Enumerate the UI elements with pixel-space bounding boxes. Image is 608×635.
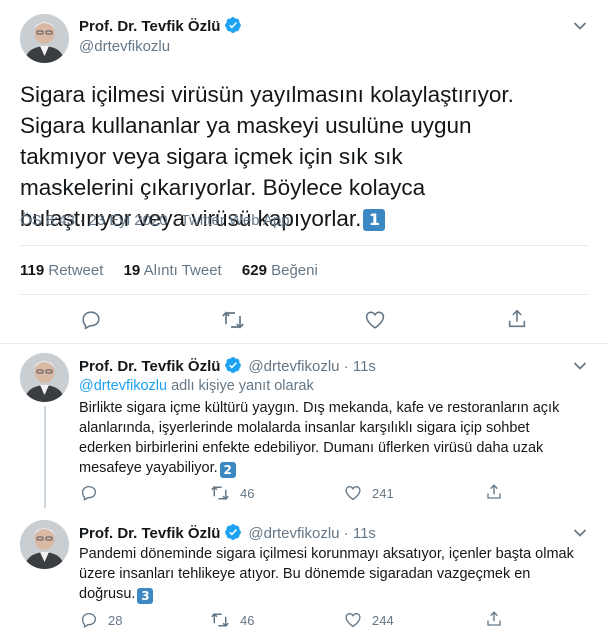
number-badge: 1 bbox=[363, 209, 386, 231]
separator-dot: · bbox=[339, 525, 353, 542]
author-name[interactable]: Prof. Dr. Tevfik Özlü bbox=[79, 525, 220, 542]
timestamp[interactable]: 11s bbox=[353, 525, 376, 542]
retweet-icon bbox=[221, 309, 245, 331]
chevron-down-icon[interactable] bbox=[573, 358, 587, 376]
number-badge: 2 bbox=[219, 462, 236, 478]
chevron-down-icon[interactable] bbox=[573, 525, 587, 543]
stat-label: Beğeni bbox=[271, 262, 318, 279]
tweet-text: Sigara içilmesi virüsün yayılmasını kola… bbox=[20, 79, 520, 234]
stat-count: 19 bbox=[123, 262, 141, 279]
separator-dot: · bbox=[339, 358, 353, 375]
tweet-meta[interactable]: ÖS 8:43 · 23 Eyl 2020 · Twitter Web App bbox=[20, 212, 290, 229]
replying-to: @drtevfikozlu adlı kişiye yanıt olarak bbox=[79, 378, 314, 394]
reply-icon bbox=[80, 309, 102, 331]
tweet-text: Pandemi döneminde sigara içilmesi korunm… bbox=[79, 544, 579, 604]
number-badge: 3 bbox=[137, 588, 154, 604]
reply-button[interactable] bbox=[80, 309, 102, 331]
like-button[interactable]: 244 bbox=[344, 611, 394, 629]
stat-count: 629 bbox=[241, 262, 267, 279]
share-button[interactable] bbox=[506, 308, 528, 330]
like-stat[interactable]: 629 Beğeni bbox=[242, 262, 318, 279]
replying-to-link[interactable]: @drtevfikozlu bbox=[79, 378, 167, 394]
stat-label: Alıntı Tweet bbox=[143, 262, 222, 279]
tweet-body: Birlikte sigara içme kültürü yaygın. Dış… bbox=[79, 400, 560, 476]
retweet-button[interactable]: 46 bbox=[210, 611, 254, 629]
stat-label: Retweet bbox=[48, 262, 104, 279]
retweet-stat[interactable]: 119 Retweet bbox=[20, 262, 103, 279]
author-handle[interactable]: @drtevfikozlu bbox=[248, 525, 339, 542]
stat-count: 119 bbox=[20, 262, 45, 279]
reply-button[interactable]: 28 bbox=[80, 611, 122, 629]
share-icon bbox=[506, 308, 528, 330]
verified-badge-icon bbox=[224, 523, 242, 546]
share-button[interactable] bbox=[485, 610, 503, 628]
avatar[interactable] bbox=[20, 353, 69, 402]
retweet-icon bbox=[210, 484, 230, 502]
share-icon bbox=[485, 610, 503, 628]
avatar[interactable] bbox=[20, 14, 69, 63]
retweet-button[interactable]: 46 bbox=[210, 484, 254, 502]
like-count: 244 bbox=[372, 612, 394, 628]
tweet-text: Birlikte sigara içme kültürü yaygın. Dış… bbox=[79, 398, 579, 478]
verified-badge-icon bbox=[224, 16, 242, 39]
tweet-body: Pandemi döneminde sigara içilmesi korunm… bbox=[79, 546, 574, 602]
thread-line bbox=[44, 406, 46, 508]
author-handle[interactable]: @drtevfikozlu bbox=[248, 358, 339, 375]
heart-icon bbox=[364, 309, 386, 331]
reply-icon bbox=[80, 611, 98, 629]
tweet-stats: 119 Retweet 19 Alıntı Tweet 629 Beğeni bbox=[20, 262, 318, 279]
retweet-button[interactable] bbox=[221, 309, 245, 331]
reply-count: 28 bbox=[108, 612, 123, 628]
retweet-count: 46 bbox=[240, 485, 255, 501]
replying-to-label: adlı kişiye yanıt olarak bbox=[167, 378, 314, 394]
like-count: 241 bbox=[372, 485, 394, 501]
reply-icon bbox=[80, 484, 98, 502]
retweet-icon bbox=[210, 611, 230, 629]
reply-button[interactable] bbox=[80, 484, 98, 502]
verified-badge-icon bbox=[224, 356, 242, 379]
divider bbox=[20, 294, 588, 295]
divider bbox=[20, 245, 588, 246]
tweet-body: Sigara içilmesi virüsün yayılmasını kola… bbox=[20, 82, 514, 231]
heart-icon bbox=[344, 611, 362, 629]
author-name[interactable]: Prof. Dr. Tevfik Özlü bbox=[79, 18, 220, 35]
divider bbox=[0, 343, 608, 344]
heart-icon bbox=[344, 484, 362, 502]
author-name[interactable]: Prof. Dr. Tevfik Özlü bbox=[79, 358, 220, 375]
author-handle[interactable]: @drtevfikozlu bbox=[79, 38, 170, 55]
share-icon bbox=[485, 483, 503, 501]
retweet-count: 46 bbox=[240, 612, 255, 628]
chevron-down-icon[interactable] bbox=[573, 18, 587, 36]
quote-stat[interactable]: 19 Alıntı Tweet bbox=[124, 262, 222, 279]
share-button[interactable] bbox=[485, 483, 503, 501]
like-button[interactable] bbox=[364, 309, 386, 331]
like-button[interactable]: 241 bbox=[344, 484, 394, 502]
avatar[interactable] bbox=[20, 520, 69, 569]
timestamp[interactable]: 11s bbox=[353, 358, 376, 375]
